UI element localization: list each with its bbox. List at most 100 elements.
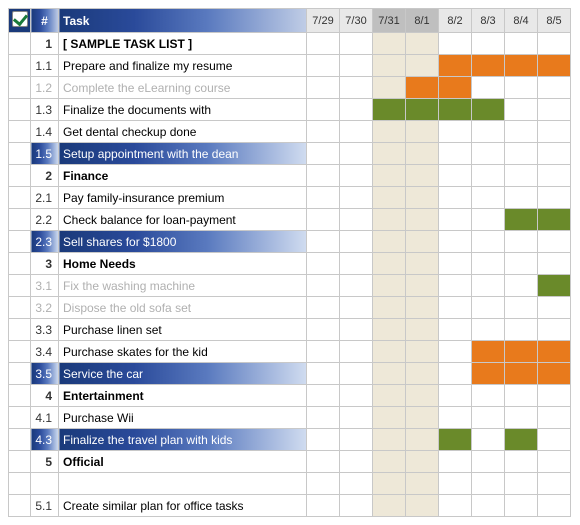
task-cell[interactable]: [ SAMPLE TASK LIST ] xyxy=(59,33,307,55)
gantt-cell[interactable] xyxy=(472,429,505,451)
task-cell[interactable]: Official xyxy=(59,451,307,473)
gantt-cell[interactable] xyxy=(439,231,472,253)
gantt-cell[interactable] xyxy=(406,407,439,429)
table-row[interactable]: 3.2Dispose the old sofa set xyxy=(9,297,571,319)
gantt-cell[interactable] xyxy=(505,473,538,495)
gantt-cell[interactable] xyxy=(307,99,340,121)
check-cell[interactable] xyxy=(9,231,31,253)
gantt-cell[interactable] xyxy=(505,121,538,143)
gantt-cell[interactable] xyxy=(505,143,538,165)
table-row[interactable]: 1.2Complete the eLearning course xyxy=(9,77,571,99)
gantt-cell[interactable] xyxy=(307,275,340,297)
gantt-cell[interactable] xyxy=(505,99,538,121)
gantt-cell[interactable] xyxy=(340,121,373,143)
table-row[interactable]: 3.4Purchase skates for the kid xyxy=(9,341,571,363)
gantt-cell[interactable] xyxy=(307,187,340,209)
gantt-cell[interactable] xyxy=(472,99,505,121)
task-cell[interactable]: Service the car xyxy=(59,363,307,385)
check-cell[interactable] xyxy=(9,341,31,363)
gantt-cell[interactable] xyxy=(373,121,406,143)
header-date-3[interactable]: 8/1 xyxy=(406,9,439,33)
gantt-cell[interactable] xyxy=(505,275,538,297)
table-row[interactable]: 1[ SAMPLE TASK LIST ] xyxy=(9,33,571,55)
gantt-cell[interactable] xyxy=(373,297,406,319)
gantt-cell[interactable] xyxy=(406,385,439,407)
header-task[interactable]: Task xyxy=(59,9,307,33)
gantt-cell[interactable] xyxy=(472,451,505,473)
gantt-cell[interactable] xyxy=(538,55,571,77)
check-cell[interactable] xyxy=(9,209,31,231)
gantt-cell[interactable] xyxy=(373,429,406,451)
gantt-cell[interactable] xyxy=(439,297,472,319)
gantt-cell[interactable] xyxy=(340,297,373,319)
gantt-cell[interactable] xyxy=(538,33,571,55)
gantt-cell[interactable] xyxy=(307,55,340,77)
gantt-cell[interactable] xyxy=(340,187,373,209)
gantt-cell[interactable] xyxy=(505,253,538,275)
gantt-cell[interactable] xyxy=(307,253,340,275)
gantt-cell[interactable] xyxy=(472,407,505,429)
gantt-cell[interactable] xyxy=(406,121,439,143)
gantt-cell[interactable] xyxy=(340,363,373,385)
table-row[interactable]: 1.1Prepare and finalize my resume xyxy=(9,55,571,77)
gantt-cell[interactable] xyxy=(472,143,505,165)
gantt-cell[interactable] xyxy=(340,231,373,253)
gantt-cell[interactable] xyxy=(340,55,373,77)
gantt-cell[interactable] xyxy=(538,407,571,429)
table-row[interactable]: 1.4Get dental checkup done xyxy=(9,121,571,143)
table-row[interactable]: 3.3Purchase linen set xyxy=(9,319,571,341)
gantt-cell[interactable] xyxy=(538,363,571,385)
gantt-cell[interactable] xyxy=(373,451,406,473)
table-row[interactable] xyxy=(9,473,571,495)
gantt-cell[interactable] xyxy=(373,77,406,99)
gantt-cell[interactable] xyxy=(373,55,406,77)
check-cell[interactable] xyxy=(9,495,31,517)
check-cell[interactable] xyxy=(9,77,31,99)
gantt-cell[interactable] xyxy=(472,209,505,231)
gantt-cell[interactable] xyxy=(538,231,571,253)
gantt-cell[interactable] xyxy=(439,407,472,429)
gantt-cell[interactable] xyxy=(505,319,538,341)
gantt-cell[interactable] xyxy=(307,33,340,55)
gantt-cell[interactable] xyxy=(340,429,373,451)
check-cell[interactable] xyxy=(9,121,31,143)
gantt-cell[interactable] xyxy=(439,121,472,143)
gantt-cell[interactable] xyxy=(538,473,571,495)
gantt-cell[interactable] xyxy=(373,319,406,341)
task-cell[interactable]: Entertainment xyxy=(59,385,307,407)
gantt-cell[interactable] xyxy=(406,363,439,385)
gantt-cell[interactable] xyxy=(439,275,472,297)
gantt-cell[interactable] xyxy=(472,231,505,253)
gantt-cell[interactable] xyxy=(307,363,340,385)
gantt-cell[interactable] xyxy=(538,209,571,231)
task-cell[interactable]: Pay family-insurance premium xyxy=(59,187,307,209)
header-date-2[interactable]: 7/31 xyxy=(373,9,406,33)
check-cell[interactable] xyxy=(9,385,31,407)
gantt-cell[interactable] xyxy=(406,341,439,363)
table-row[interactable]: 4.3Finalize the travel plan with kids xyxy=(9,429,571,451)
gantt-cell[interactable] xyxy=(340,275,373,297)
gantt-cell[interactable] xyxy=(307,121,340,143)
gantt-cell[interactable] xyxy=(307,473,340,495)
gantt-cell[interactable] xyxy=(373,407,406,429)
task-cell[interactable]: Purchase skates for the kid xyxy=(59,341,307,363)
task-cell[interactable] xyxy=(59,473,307,495)
table-row[interactable]: 4.1Purchase Wii xyxy=(9,407,571,429)
gantt-cell[interactable] xyxy=(472,275,505,297)
task-cell[interactable]: Setup appointment with the dean xyxy=(59,143,307,165)
task-cell[interactable]: Sell shares for $1800 xyxy=(59,231,307,253)
header-num[interactable]: # xyxy=(31,9,59,33)
gantt-cell[interactable] xyxy=(373,341,406,363)
gantt-cell[interactable] xyxy=(406,319,439,341)
gantt-cell[interactable] xyxy=(307,451,340,473)
task-cell[interactable]: Fix the washing machine xyxy=(59,275,307,297)
table-row[interactable]: 1.3Finalize the documents with xyxy=(9,99,571,121)
gantt-cell[interactable] xyxy=(373,165,406,187)
gantt-cell[interactable] xyxy=(505,385,538,407)
gantt-cell[interactable] xyxy=(505,429,538,451)
check-cell[interactable] xyxy=(9,33,31,55)
gantt-cell[interactable] xyxy=(406,165,439,187)
gantt-cell[interactable] xyxy=(406,187,439,209)
gantt-cell[interactable] xyxy=(538,165,571,187)
gantt-cell[interactable] xyxy=(307,319,340,341)
